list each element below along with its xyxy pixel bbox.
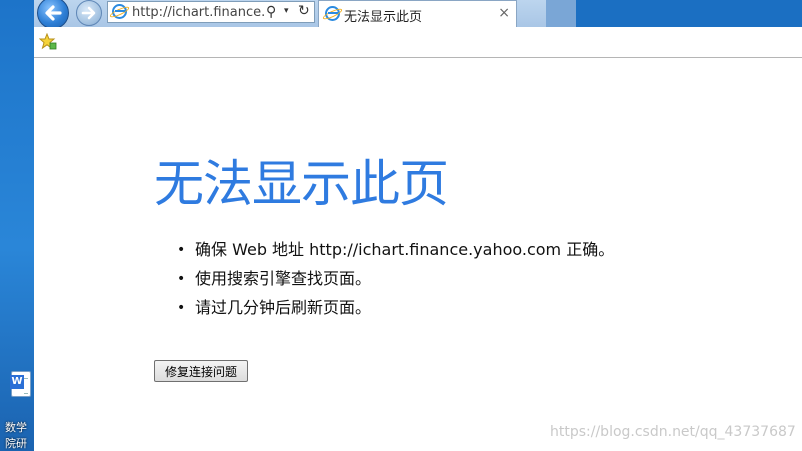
word-doc-icon[interactable]: W (10, 371, 31, 397)
fix-connection-button[interactable]: 修复连接问题 (154, 360, 248, 382)
word-letter: W (10, 375, 24, 389)
favorites-star-icon[interactable] (39, 33, 57, 51)
list-item: 请过几分钟后刷新页面。 (174, 296, 614, 325)
desktop-strip: W 数学 院研 (0, 0, 34, 451)
desktop-icon-label[interactable]: 数学 (0, 421, 32, 435)
address-text[interactable]: http://ichart.finance.y... (132, 5, 264, 20)
browser-titlebar: http://ichart.finance.y... ⚲ ▾ ↻ 无法显示此页 … (34, 0, 802, 29)
desktop-icon-label-2[interactable]: 院研 (0, 437, 32, 451)
tab-active[interactable]: 无法显示此页 × (318, 0, 517, 27)
favorites-bar (34, 27, 802, 58)
watermark: https://blog.csdn.net/qq_43737687 (550, 424, 796, 440)
suggestion-list: 确保 Web 地址 http://ichart.finance.yahoo.co… (174, 238, 614, 325)
forward-arrow-icon (81, 6, 96, 20)
tab-title: 无法显示此页 (344, 10, 423, 25)
back-arrow-icon (45, 5, 62, 21)
address-bar[interactable]: http://ichart.finance.y... ⚲ ▾ ↻ (107, 1, 315, 23)
browser-window: http://ichart.finance.y... ⚲ ▾ ↻ 无法显示此页 … (34, 0, 802, 451)
back-button[interactable] (37, 0, 69, 29)
ie-logo-icon (112, 4, 127, 19)
list-item: 使用搜索引擎查找页面。 (174, 267, 614, 296)
forward-button[interactable] (76, 0, 102, 26)
search-icon[interactable]: ⚲ (266, 4, 276, 20)
page-content: 无法显示此页 确保 Web 地址 http://ichart.finance.y… (34, 58, 802, 451)
ie-logo-icon (325, 6, 340, 21)
refresh-icon[interactable]: ↻ (298, 3, 310, 19)
close-icon[interactable]: × (498, 5, 510, 21)
page-title: 无法显示此页 (154, 155, 449, 213)
list-item: 确保 Web 地址 http://ichart.finance.yahoo.co… (174, 238, 614, 267)
chevron-down-icon[interactable]: ▾ (284, 6, 289, 16)
